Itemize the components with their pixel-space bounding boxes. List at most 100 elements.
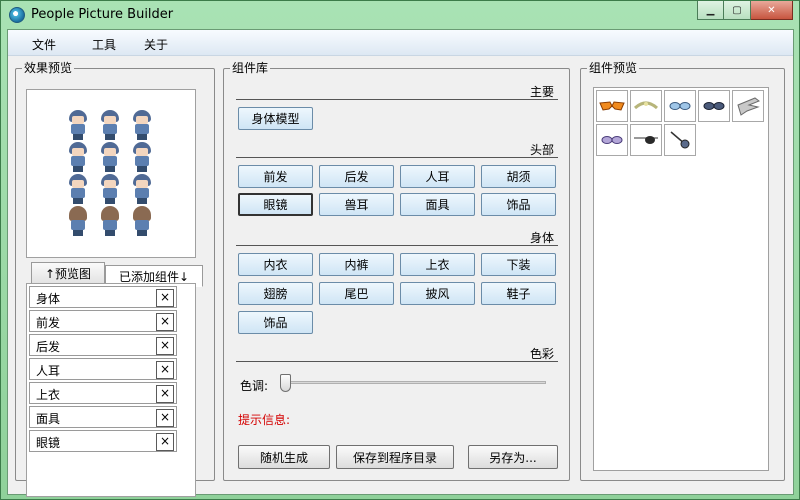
menu-about[interactable]: 关于	[144, 36, 168, 53]
component-thumb[interactable]	[630, 124, 662, 156]
remove-button[interactable]: ×	[156, 361, 174, 379]
component-undershirt-button[interactable]: 内衣	[238, 253, 313, 276]
save-as-button[interactable]: 另存为...	[468, 445, 558, 469]
save-to-program-dir-button[interactable]: 保存到程序目录	[336, 445, 454, 469]
component-underpants-button[interactable]: 内裤	[319, 253, 394, 276]
component-top-button[interactable]: 上衣	[400, 253, 475, 276]
remove-icon: ×	[159, 362, 171, 376]
sprite-face	[104, 148, 116, 156]
sprite-legs	[73, 198, 83, 204]
hint-label: 提示信息:	[238, 413, 291, 427]
sprite-body	[135, 188, 149, 198]
sprite-body	[71, 156, 85, 166]
sprite-legs	[105, 230, 115, 236]
section-color-label: 色彩	[530, 347, 555, 361]
title-bar[interactable]: People Picture Builder ▁ ▢ ✕	[1, 1, 799, 29]
remove-icon: ×	[159, 290, 171, 304]
section-main-label: 主要	[530, 85, 555, 99]
component-thumb[interactable]	[732, 90, 764, 122]
list-item[interactable]: 人耳 ×	[29, 358, 177, 380]
list-item[interactable]: 后发 ×	[29, 334, 177, 356]
sprite-legs	[105, 166, 115, 172]
component-thumb[interactable]	[664, 124, 696, 156]
list-item-label: 人耳	[36, 364, 61, 378]
component-front-hair-button[interactable]: 前发	[238, 165, 313, 188]
remove-button[interactable]: ×	[156, 409, 174, 427]
sprite-body	[71, 124, 85, 134]
remove-button[interactable]: ×	[156, 385, 174, 403]
close-button[interactable]: ✕	[751, 1, 793, 20]
sprite-body	[103, 188, 117, 198]
sprite-hair	[133, 206, 151, 221]
component-bottom-button[interactable]: 下装	[481, 253, 556, 276]
character-preview	[26, 89, 196, 258]
menu-file[interactable]: 文件	[32, 36, 56, 53]
component-mask-button[interactable]: 面具	[400, 193, 475, 216]
list-item[interactable]: 眼镜 ×	[29, 430, 177, 452]
hue-slider-thumb[interactable]	[280, 374, 291, 392]
sprite-face	[72, 180, 84, 188]
remove-icon: ×	[159, 338, 171, 352]
list-item[interactable]: 身体 ×	[29, 286, 177, 308]
character-sprite	[131, 174, 153, 204]
list-item[interactable]: 上衣 ×	[29, 382, 177, 404]
character-sprite	[99, 110, 121, 140]
added-components-list: 身体 × 前发 × 后发 × 人耳 × 上衣 × 面具 × 眼镜 ×	[26, 283, 196, 497]
component-thumb[interactable]	[596, 124, 628, 156]
component-body-model-button[interactable]: 身体模型	[238, 107, 313, 130]
remove-button[interactable]: ×	[156, 289, 174, 307]
remove-button[interactable]: ×	[156, 433, 174, 451]
preview-panel: 效果预览 ↑预览图 已添加组件↓ 身体 × 前发 × 后发 × 人耳 × 上衣 × 面具 ×…	[15, 61, 215, 497]
sprite-face	[72, 116, 84, 124]
remove-button[interactable]: ×	[156, 337, 174, 355]
component-shoes-button[interactable]: 鞋子	[481, 282, 556, 305]
maximize-button[interactable]: ▢	[724, 1, 751, 20]
component-glasses-button[interactable]: 眼镜	[238, 193, 313, 216]
section-divider	[236, 99, 558, 100]
remove-button[interactable]: ×	[156, 313, 174, 331]
component-thumb[interactable]	[596, 90, 628, 122]
list-item[interactable]: 面具 ×	[29, 406, 177, 428]
component-human-ear-button[interactable]: 人耳	[400, 165, 475, 188]
character-sprite	[99, 206, 121, 236]
character-sprite	[67, 206, 89, 236]
sprite-hair	[69, 206, 87, 221]
component-thumb[interactable]	[630, 90, 662, 122]
list-item-label: 眼镜	[36, 436, 61, 450]
wing-accessory-icon	[737, 97, 761, 116]
character-sprite	[67, 142, 89, 172]
component-thumb[interactable]	[664, 90, 696, 122]
component-wings-button[interactable]: 翅膀	[238, 282, 313, 305]
hue-slider-track[interactable]	[284, 381, 546, 384]
component-beard-button[interactable]: 胡须	[481, 165, 556, 188]
remove-icon: ×	[159, 434, 171, 448]
sprite-face	[104, 116, 116, 124]
orange-glasses-icon	[599, 101, 625, 111]
list-item[interactable]: 前发 ×	[29, 310, 177, 332]
sprite-legs	[137, 134, 147, 140]
remove-icon: ×	[159, 314, 171, 328]
menu-tools[interactable]: 工具	[92, 36, 116, 53]
sprite-body	[135, 220, 149, 230]
sprite-face	[136, 116, 148, 124]
blue-glasses-icon	[669, 102, 691, 110]
character-sprite	[131, 110, 153, 140]
tab-preview[interactable]: ↑预览图	[31, 262, 105, 284]
component-tail-button[interactable]: 尾巴	[319, 282, 394, 305]
remove-icon: ×	[159, 386, 171, 400]
component-back-hair-button[interactable]: 后发	[319, 165, 394, 188]
character-sprite	[99, 142, 121, 172]
section-divider	[236, 361, 558, 362]
section-divider	[236, 157, 558, 158]
list-item-label: 前发	[36, 316, 61, 330]
component-body-accessory-button[interactable]: 饰品	[238, 311, 313, 334]
character-sprite	[131, 142, 153, 172]
component-cloak-button[interactable]: 披风	[400, 282, 475, 305]
sprite-body	[135, 124, 149, 134]
component-head-accessory-button[interactable]: 饰品	[481, 193, 556, 216]
component-beast-ear-button[interactable]: 兽耳	[319, 193, 394, 216]
sprite-legs	[137, 230, 147, 236]
component-thumb[interactable]	[698, 90, 730, 122]
random-generate-button[interactable]: 随机生成	[238, 445, 330, 469]
minimize-button[interactable]: ▁	[697, 1, 724, 20]
